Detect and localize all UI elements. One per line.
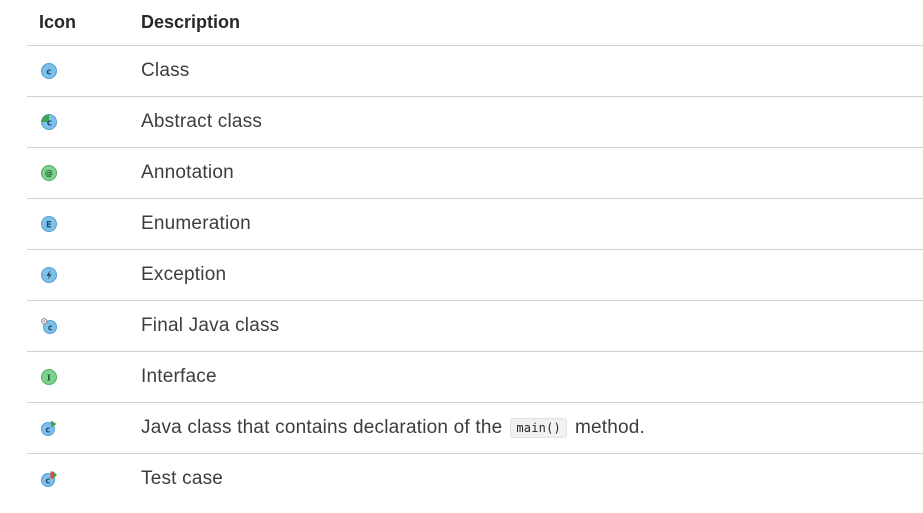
class-icon: c [41, 63, 57, 79]
table-row: c Abstract class [27, 97, 923, 148]
abstract-class-icon: c [41, 114, 57, 130]
table-row: c Final Java class [27, 301, 923, 352]
inline-code: main() [510, 418, 567, 438]
table-row: @ Annotation [27, 148, 923, 199]
table-row: c Java class that contains declaration o… [27, 403, 923, 454]
table-header: Icon Description [27, 0, 923, 46]
test-case-icon: c [41, 471, 57, 487]
svg-text:c: c [45, 477, 50, 487]
description-text: method. [574, 417, 645, 438]
row-description: Java class that contains declaration of … [141, 417, 645, 439]
row-description: Test case [141, 468, 224, 489]
row-description: Annotation [141, 162, 234, 183]
table-row: c Test case [27, 454, 923, 504]
svg-text:E: E [46, 221, 52, 231]
svg-text:c: c [47, 119, 53, 129]
icon-legend-table: Icon Description c Class c Abstract clas… [27, 0, 923, 504]
row-description: Exception [141, 264, 227, 285]
enumeration-icon: E [41, 216, 57, 232]
table-row: Exception [27, 250, 923, 301]
table-row: E Enumeration [27, 199, 923, 250]
svg-text:I: I [47, 374, 51, 384]
interface-icon: I [41, 369, 57, 385]
icon-column-header: Icon [39, 12, 77, 32]
row-description: Interface [141, 366, 217, 387]
row-description: Abstract class [141, 111, 263, 132]
annotation-icon: @ [41, 165, 57, 181]
description-column-header: Description [141, 12, 241, 32]
row-description: Class [141, 60, 190, 81]
svg-text:@: @ [45, 169, 53, 178]
table-row: I Interface [27, 352, 923, 403]
final-class-icon: c [41, 318, 57, 334]
row-description: Enumeration [141, 213, 251, 234]
svg-text:c: c [46, 68, 52, 78]
exception-icon [41, 267, 57, 283]
row-description: Final Java class [141, 315, 280, 336]
main-class-icon: c [41, 420, 57, 436]
svg-text:c: c [45, 426, 50, 436]
svg-text:c: c [48, 324, 53, 334]
description-text: Java class that contains declaration of … [141, 417, 503, 438]
table-row: c Class [27, 46, 923, 97]
